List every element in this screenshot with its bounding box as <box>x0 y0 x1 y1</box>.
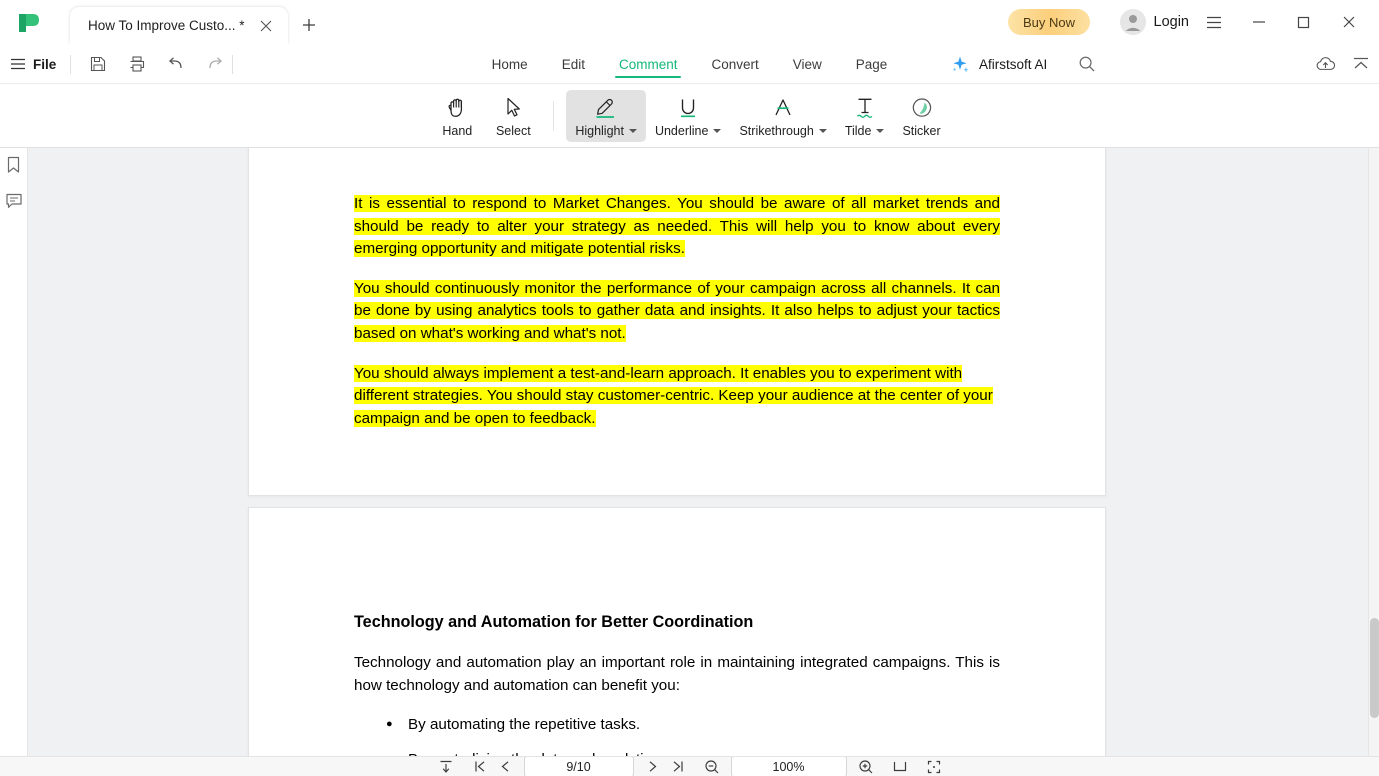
zoom-out-icon[interactable] <box>704 757 720 776</box>
page-number-input[interactable]: 9/10 <box>523 757 634 776</box>
tool-label: Tilde <box>844 123 872 138</box>
tab-label: View <box>792 56 822 72</box>
tab-home[interactable]: Home <box>475 44 545 84</box>
sparkle-icon <box>952 56 969 73</box>
pdf-page[interactable]: Technology and Automation for Better Coo… <box>248 507 1106 756</box>
page-layout-icon[interactable] <box>892 757 908 776</box>
menu-bar: File Home Edit Comment Convert View Page… <box>0 44 1379 84</box>
tool-underline[interactable]: Underline <box>646 90 731 142</box>
zoom-level-input[interactable]: 100% <box>730 757 847 776</box>
bookmark-icon[interactable] <box>3 154 25 176</box>
tab-label: Page <box>855 56 888 72</box>
tool-label: Hand <box>442 123 473 138</box>
chevron-down-icon[interactable] <box>713 128 722 133</box>
minimize-icon[interactable] <box>1236 8 1281 36</box>
cursor-icon <box>501 94 525 120</box>
status-bar: 9/10 100% <box>0 756 1379 776</box>
tab-label: Comment <box>618 56 678 72</box>
first-page-icon[interactable] <box>472 757 487 776</box>
window-controls <box>1191 8 1371 36</box>
sticker-icon <box>908 94 936 120</box>
prev-page-icon[interactable] <box>498 757 513 776</box>
new-tab-button[interactable] <box>298 14 320 36</box>
tool-label: Select <box>495 123 531 138</box>
ai-label: Afirstsoft AI <box>979 56 1048 72</box>
tool-label: Highlight <box>575 123 624 138</box>
tab-title: How To Improve Custo... * <box>88 18 245 33</box>
ribbon-tabs: Home Edit Comment Convert View Page <box>0 44 1379 84</box>
tab-view[interactable]: View <box>776 44 839 84</box>
paragraph: It is essential to respond to Market Cha… <box>354 193 1000 261</box>
tab-edit[interactable]: Edit <box>545 44 602 84</box>
tab-label: Edit <box>561 56 585 72</box>
tool-label: Sticker <box>902 123 941 138</box>
document-tab[interactable]: How To Improve Custo... * <box>70 7 288 44</box>
fullscreen-icon[interactable] <box>926 757 942 776</box>
hand-icon <box>445 94 469 120</box>
tool-label: Underline <box>654 123 709 138</box>
last-page-icon[interactable] <box>671 757 686 776</box>
vertical-scrollbar[interactable] <box>1368 148 1379 756</box>
section-heading: Technology and Automation for Better Coo… <box>354 613 754 631</box>
tool-select[interactable]: Select <box>485 90 541 142</box>
left-sidebar <box>0 148 28 776</box>
tool-highlight[interactable]: Highlight <box>566 89 646 142</box>
tilde-icon <box>850 94 880 120</box>
highlighted-text: You should continuously monitor the perf… <box>354 279 1000 342</box>
tab-label: Home <box>491 56 528 72</box>
highlight-icon <box>591 94 621 120</box>
list-item: By centralizing the data and analytics. <box>354 748 1000 756</box>
highlighted-text: You should always implement a test-and-l… <box>354 364 993 427</box>
zoom-level-value: 100% <box>772 759 805 774</box>
login-label: Login <box>1153 14 1189 30</box>
title-bar: How To Improve Custo... * Buy Now Login <box>0 0 1379 44</box>
tool-hand[interactable]: Hand <box>429 90 485 142</box>
pdf-page[interactable]: It is essential to respond to Market Cha… <box>248 148 1106 496</box>
search-icon[interactable] <box>1077 54 1097 74</box>
tool-label: Strikethrough <box>739 123 814 138</box>
zoom-in-icon[interactable] <box>858 757 874 776</box>
login-button[interactable]: Login <box>1119 8 1189 36</box>
collapse-ribbon-icon[interactable] <box>1350 54 1371 75</box>
highlighted-text: It is essential to respond to Market Cha… <box>354 195 1000 258</box>
scrollbar-thumb[interactable] <box>1370 618 1379 718</box>
bullet-list: By automating the repetitive tasks. By c… <box>354 713 1000 756</box>
chevron-down-icon[interactable] <box>876 128 885 133</box>
maximize-icon[interactable] <box>1281 8 1326 36</box>
afirstsoft-ai-button[interactable]: Afirstsoft AI <box>950 44 1047 84</box>
list-item: By automating the repetitive tasks. <box>354 713 1000 737</box>
app-logo-icon <box>16 12 42 34</box>
page-number-value: 9/10 <box>566 759 591 774</box>
menubar-right-icons <box>1315 44 1371 84</box>
tab-page[interactable]: Page <box>839 44 905 84</box>
underline-icon <box>673 94 703 120</box>
paragraph: Technology and automation play an import… <box>354 654 1000 694</box>
close-icon[interactable] <box>258 18 274 34</box>
hamburger-icon[interactable] <box>1191 8 1236 36</box>
tool-strikethrough[interactable]: Strikethrough <box>730 90 835 142</box>
cloud-upload-icon[interactable] <box>1315 54 1336 75</box>
tool-tilde[interactable]: Tilde <box>836 90 894 142</box>
tab-label: Convert <box>711 56 759 72</box>
paragraph: You should always implement a test-and-l… <box>354 363 1000 431</box>
annotation-toolbar: Hand Select Highlight Underline Striketh… <box>0 84 1379 148</box>
paragraph: You should continuously monitor the perf… <box>354 278 1000 346</box>
tool-sticker[interactable]: Sticker <box>893 90 949 142</box>
avatar <box>1119 9 1146 35</box>
strikethrough-icon <box>768 94 798 120</box>
close-icon[interactable] <box>1326 8 1371 36</box>
chevron-down-icon[interactable] <box>818 128 827 133</box>
comment-icon[interactable] <box>3 190 25 212</box>
buy-now-label: Buy Now <box>1022 14 1075 30</box>
divider <box>553 100 555 131</box>
fit-page-icon[interactable] <box>438 757 454 776</box>
buy-now-button[interactable]: Buy Now <box>1007 9 1090 35</box>
next-page-icon[interactable] <box>645 757 660 776</box>
tab-convert[interactable]: Convert <box>694 44 775 84</box>
tab-comment[interactable]: Comment <box>602 44 695 84</box>
document-viewport[interactable]: It is essential to respond to Market Cha… <box>28 148 1371 756</box>
chevron-down-icon[interactable] <box>628 128 637 133</box>
